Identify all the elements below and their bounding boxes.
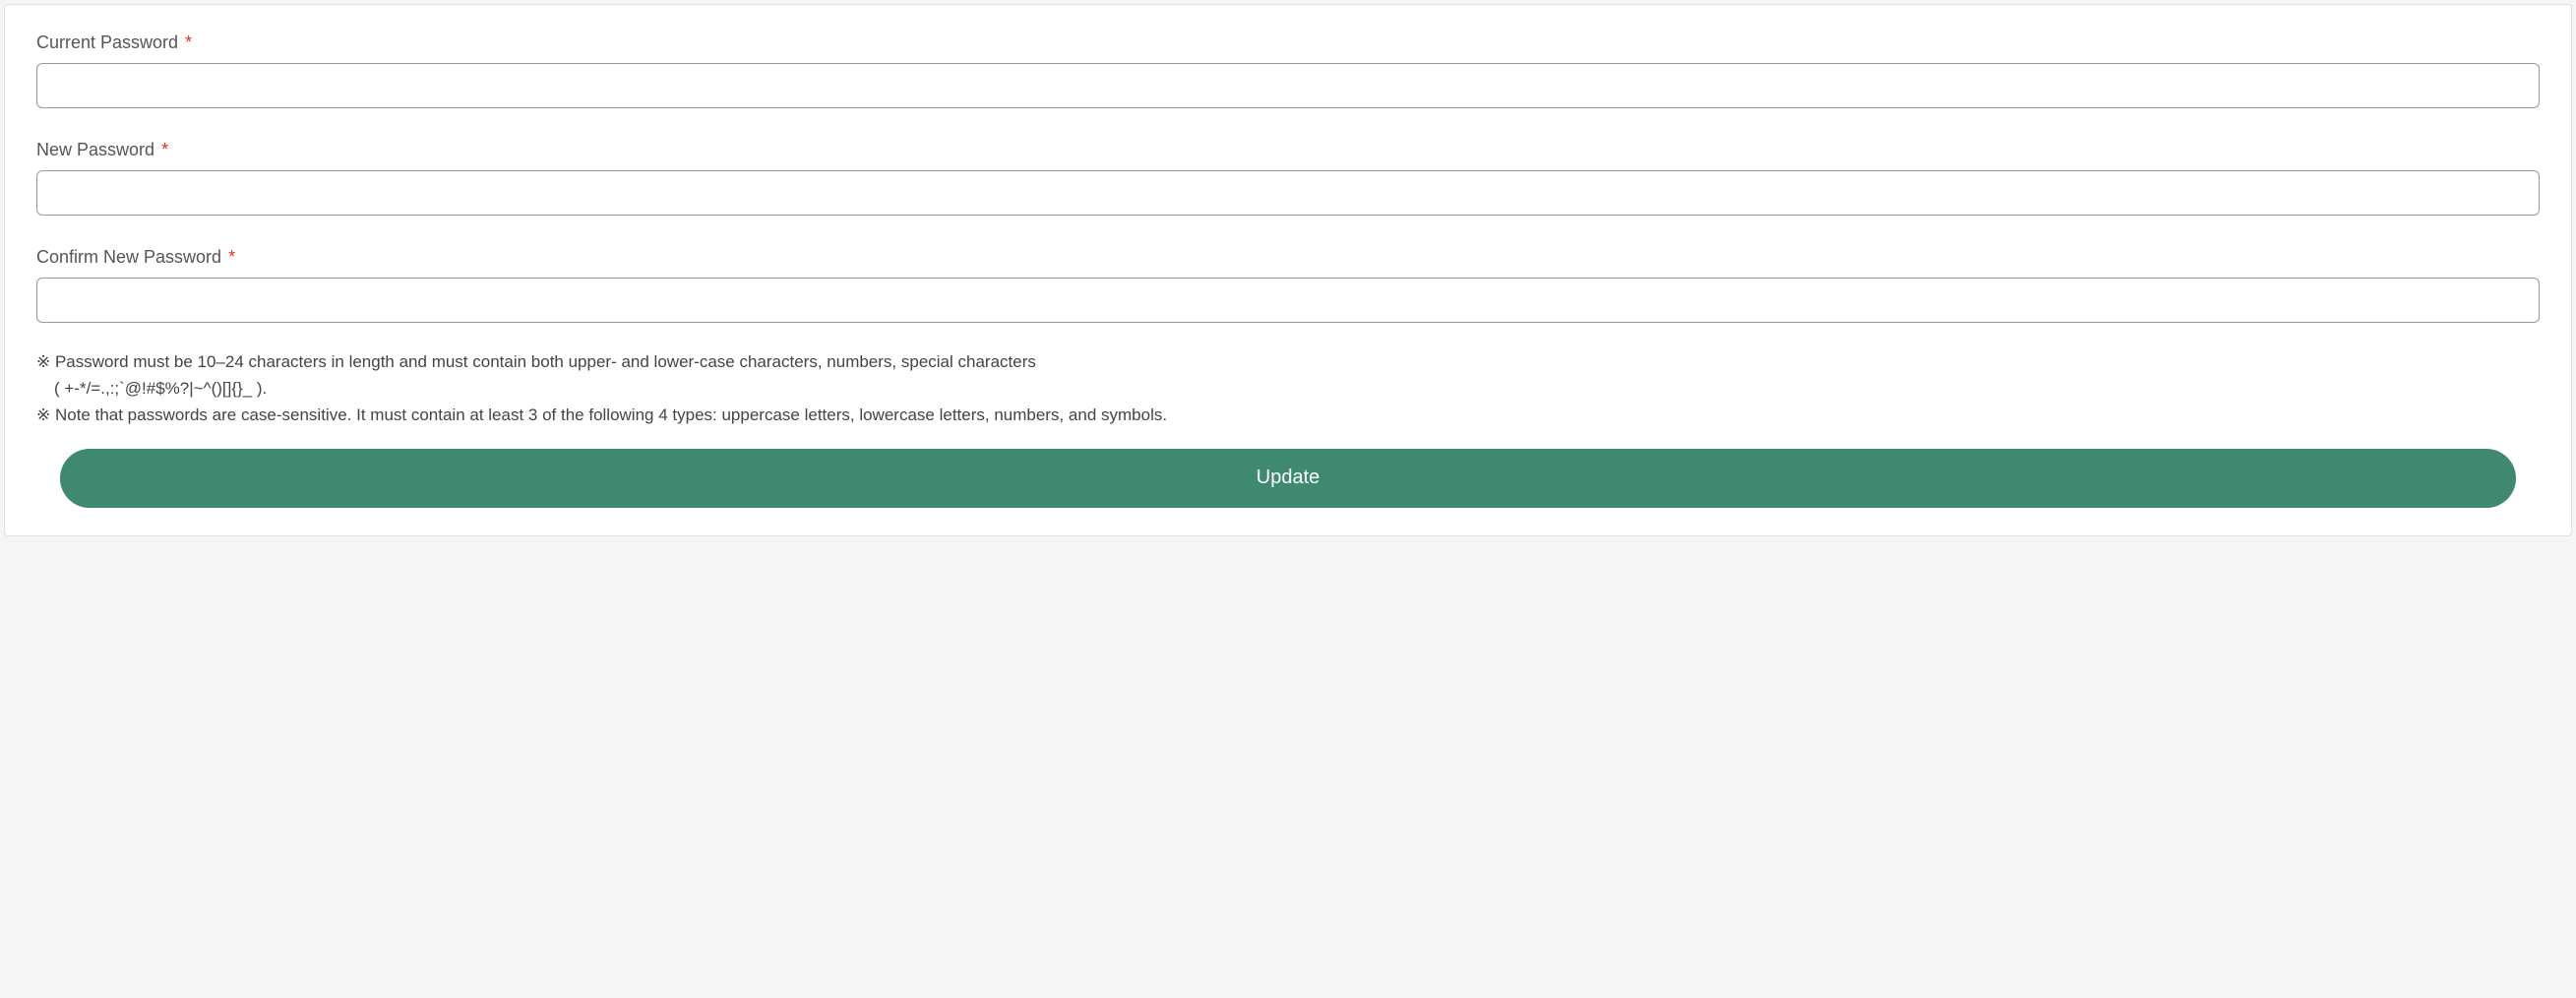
new-password-group: New Password * xyxy=(36,140,2540,216)
required-mark-icon: * xyxy=(185,32,192,52)
confirm-new-password-input[interactable] xyxy=(36,278,2540,323)
label-text: Confirm New Password xyxy=(36,247,221,267)
required-mark-icon: * xyxy=(228,247,235,267)
label-text: New Password xyxy=(36,140,154,159)
help-line-2: ※ Note that passwords are case-sensitive… xyxy=(36,402,2540,428)
new-password-label: New Password * xyxy=(36,140,2540,160)
current-password-input[interactable] xyxy=(36,63,2540,108)
password-change-form: Current Password * New Password * Confir… xyxy=(4,4,2572,536)
update-button[interactable]: Update xyxy=(60,449,2516,508)
current-password-group: Current Password * xyxy=(36,32,2540,108)
confirm-new-password-label: Confirm New Password * xyxy=(36,247,2540,268)
new-password-input[interactable] xyxy=(36,170,2540,216)
help-line-1-cont: ( +-*/=.,:;`@!#$%?|~^()[]{}_ ). xyxy=(36,375,2540,402)
current-password-label: Current Password * xyxy=(36,32,2540,53)
help-line-1: ※ Password must be 10–24 characters in l… xyxy=(36,348,2540,375)
label-text: Current Password xyxy=(36,32,178,52)
required-mark-icon: * xyxy=(161,140,168,159)
confirm-new-password-group: Confirm New Password * xyxy=(36,247,2540,323)
password-requirements-text: ※ Password must be 10–24 characters in l… xyxy=(36,348,2540,429)
